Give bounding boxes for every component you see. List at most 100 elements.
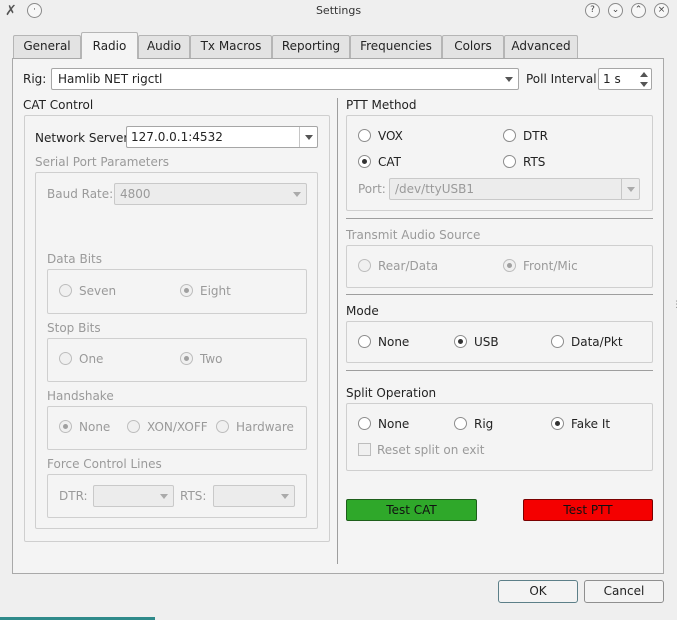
cancel-button[interactable]: Cancel: [584, 580, 664, 603]
tab-general[interactable]: General: [13, 35, 81, 58]
mode-usb-radio[interactable]: [454, 335, 467, 348]
rts-label: RTS:: [180, 489, 207, 503]
mode-none-radio[interactable]: [358, 335, 371, 348]
ptt-dtr-label: DTR: [523, 129, 548, 143]
ptt-rts-label: RTS: [523, 155, 546, 169]
mode-usb-label: USB: [474, 335, 499, 349]
chevron-down-icon: [500, 69, 518, 89]
ptt-vox-label: VOX: [378, 129, 403, 143]
resize-grip[interactable]: ⋮: [672, 300, 677, 314]
serial-port-title: Serial Port Parameters: [35, 155, 170, 169]
window-title: Settings: [315, 4, 362, 17]
baud-rate-label: Baud Rate:: [47, 187, 114, 201]
stop-bits-title: Stop Bits: [47, 321, 101, 335]
rig-label: Rig:: [23, 72, 47, 86]
stop-bits-two-label: Two: [200, 352, 223, 366]
reset-split-label: Reset split on exit: [377, 443, 485, 457]
force-control-title: Force Control Lines: [47, 457, 162, 471]
network-server-value: 127.0.0.1:4532: [131, 130, 223, 144]
poll-interval-spinbox[interactable]: 1 s: [598, 68, 652, 90]
ptt-dtr-radio[interactable]: [503, 129, 516, 142]
minimize-button[interactable]: ⌄: [608, 3, 623, 18]
tab-reporting[interactable]: Reporting: [272, 35, 350, 58]
separator: [346, 294, 653, 295]
data-bits-eight-radio[interactable]: [180, 284, 193, 297]
audio-rear-data-label: Rear/Data: [378, 259, 439, 273]
tab-audio[interactable]: Audio: [138, 35, 190, 58]
chevron-down-icon: [288, 184, 306, 204]
mode-title: Mode: [346, 304, 379, 318]
handshake-none-radio[interactable]: [59, 420, 72, 433]
separator: [346, 370, 653, 371]
maximize-button[interactable]: ⌃: [631, 3, 646, 18]
audio-front-mic-radio[interactable]: [503, 259, 516, 272]
spin-up-icon[interactable]: [638, 70, 650, 79]
title-bar: ✗ · Settings ? ⌄ ⌃ ×: [0, 0, 677, 22]
poll-interval-value: 1 s: [603, 72, 621, 86]
ptt-cat-radio[interactable]: [358, 155, 371, 168]
rig-value: Hamlib NET rigctl: [58, 72, 163, 86]
ptt-vox-radio[interactable]: [358, 129, 371, 142]
handshake-xonxoff-radio[interactable]: [127, 420, 140, 433]
stop-bits-one-radio[interactable]: [59, 352, 72, 365]
split-rig-label: Rig: [474, 417, 494, 431]
network-server-combo[interactable]: 127.0.0.1:4532: [126, 126, 318, 148]
dtr-select[interactable]: [93, 485, 174, 507]
ptt-rts-radio[interactable]: [503, 155, 516, 168]
audio-rear-data-radio[interactable]: [358, 259, 371, 272]
audio-front-mic-label: Front/Mic: [523, 259, 578, 273]
network-server-label: Network Server:: [35, 131, 133, 145]
baud-rate-value: 4800: [120, 187, 151, 201]
handshake-hardware-radio[interactable]: [216, 420, 229, 433]
handshake-none-label: None: [79, 420, 111, 434]
ptt-port-combo[interactable]: /dev/ttyUSB1: [389, 178, 640, 200]
spin-down-icon[interactable]: [638, 80, 650, 89]
chevron-down-icon: [621, 179, 639, 199]
ptt-method-title: PTT Method: [346, 98, 417, 112]
mode-data-pkt-radio[interactable]: [551, 335, 564, 348]
tab-tx-macros[interactable]: Tx Macros: [190, 35, 272, 58]
split-none-label: None: [378, 417, 410, 431]
handshake-xonxoff-label: XON/XOFF: [147, 420, 208, 434]
column-separator: [337, 98, 338, 564]
stop-bits-two-radio[interactable]: [180, 352, 193, 365]
tab-colors[interactable]: Colors: [442, 35, 504, 58]
rts-select[interactable]: [213, 485, 295, 507]
split-operation-title: Split Operation: [346, 386, 437, 400]
cat-control-title: CAT Control: [23, 98, 94, 112]
ptt-port-label: Port:: [358, 182, 386, 196]
stop-bits-one-label: One: [79, 352, 104, 366]
rig-select[interactable]: Hamlib NET rigctl: [51, 68, 519, 90]
data-bits-seven-label: Seven: [79, 284, 117, 298]
chevron-down-icon[interactable]: [299, 127, 317, 147]
split-fake-it-radio[interactable]: [551, 417, 564, 430]
tab-advanced[interactable]: Advanced: [504, 35, 578, 58]
chevron-down-icon: [155, 486, 173, 506]
split-fake-it-label: Fake It: [571, 417, 611, 431]
baud-rate-select[interactable]: 4800: [114, 183, 307, 205]
split-rig-radio[interactable]: [454, 417, 467, 430]
ptt-port-value: /dev/ttyUSB1: [395, 182, 474, 196]
help-button[interactable]: ?: [585, 3, 600, 18]
test-cat-button[interactable]: Test CAT: [346, 499, 477, 521]
close-button[interactable]: ×: [654, 3, 669, 18]
chevron-down-icon: [276, 486, 294, 506]
audio-source-title: Transmit Audio Source: [346, 228, 481, 242]
ok-button[interactable]: OK: [498, 580, 578, 603]
data-bits-seven-radio[interactable]: [59, 284, 72, 297]
split-none-radio[interactable]: [358, 417, 371, 430]
separator: [346, 218, 653, 219]
data-bits-title: Data Bits: [47, 252, 102, 266]
ptt-cat-label: CAT: [378, 155, 401, 169]
reset-split-checkbox[interactable]: [358, 443, 371, 456]
dtr-label: DTR:: [59, 489, 88, 503]
split-operation-group: [346, 403, 653, 471]
poll-interval-label: Poll Interval:: [526, 72, 601, 86]
handshake-title: Handshake: [47, 389, 114, 403]
test-ptt-button[interactable]: Test PTT: [523, 499, 653, 521]
handshake-hardware-label: Hardware: [236, 420, 294, 434]
tab-frequencies[interactable]: Frequencies: [350, 35, 442, 58]
tab-radio[interactable]: Radio: [81, 32, 138, 59]
mode-none-label: None: [378, 335, 410, 349]
data-bits-eight-label: Eight: [200, 284, 231, 298]
